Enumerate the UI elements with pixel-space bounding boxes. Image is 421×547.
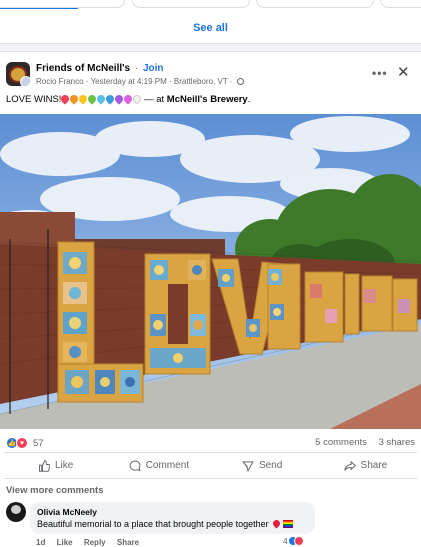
love-reaction-icon: ♥ — [16, 437, 28, 449]
carousel-card[interactable] — [132, 0, 250, 8]
carousel-card[interactable] — [256, 0, 374, 8]
comment-share-link[interactable]: Share — [117, 538, 139, 547]
group-avatar[interactable] — [6, 62, 30, 86]
thumbs-up-icon — [38, 459, 50, 472]
like-label: Like — [54, 460, 74, 471]
separator: · — [85, 77, 89, 86]
love-wins-crochet-fence-photo — [0, 114, 421, 429]
comment-reply-link[interactable]: Reply — [84, 538, 106, 547]
comment-text: Beautiful memorial to a place that broug… — [37, 518, 293, 529]
see-all-link[interactable]: See all — [0, 22, 421, 34]
timestamp-link[interactable]: Yesterday at 4:19 PM — [91, 77, 167, 86]
reaction-summary[interactable]: 👍 ♥ 57 — [6, 436, 44, 450]
comment-bubble-icon — [129, 460, 141, 471]
separator: · — [134, 63, 139, 74]
rainbow-flag-emoji — [282, 520, 293, 528]
separator: · — [229, 77, 233, 86]
commenter-name-link[interactable]: Olivia McNeely — [37, 507, 97, 517]
post-text-suffix: . — [247, 94, 251, 105]
previous-feed-item: See all — [0, 0, 421, 44]
post-text-middle: — at — [141, 94, 167, 105]
post-header-title: Friends of McNeill's · Join — [36, 63, 164, 74]
comment-actions: 1d Like Reply Share — [36, 538, 148, 547]
post-action-bar: Like Comment Send Share — [4, 452, 417, 479]
more-options-button[interactable]: ••• — [372, 66, 388, 80]
love-reaction-icon — [293, 536, 304, 546]
post-card: Friends of McNeill's · Join Rocio Franco… — [0, 51, 421, 547]
comments-count-link[interactable]: 5 comments — [315, 437, 367, 448]
red-heart-emoji — [271, 518, 282, 529]
author-name-link[interactable]: Rocio Franco — [36, 77, 84, 86]
send-button[interactable]: Send — [211, 453, 314, 478]
shares-count-link[interactable]: 3 shares — [379, 437, 415, 448]
commenter-avatar[interactable] — [6, 502, 26, 522]
group-name-link[interactable]: Friends of McNeill's — [36, 63, 130, 74]
post-photo[interactable] — [0, 114, 421, 429]
comment-label: Comment — [145, 460, 190, 471]
send-label: Send — [258, 460, 283, 471]
share-button[interactable]: Share — [314, 453, 417, 478]
comment-age[interactable]: 1d — [36, 538, 45, 547]
reaction-count: 57 — [33, 437, 44, 449]
comment-reaction-summary[interactable]: 4 — [283, 536, 304, 546]
comment-body: Beautiful memorial to a place that broug… — [37, 519, 269, 529]
place-link[interactable]: McNeill's Brewery — [167, 94, 248, 105]
heart-emoji-row — [59, 93, 144, 105]
share-arrow-icon — [343, 460, 356, 471]
post-text: LOVE WINS! — at McNeill's Brewery. — [6, 93, 251, 105]
carousel-card[interactable] — [380, 0, 421, 8]
location-link[interactable]: Brattleboro, VT — [174, 77, 228, 86]
globe-icon — [236, 78, 244, 85]
post-meta: Rocio Franco · Yesterday at 4:19 PM · Br… — [36, 77, 244, 86]
separator: · — [169, 77, 172, 86]
send-icon — [242, 460, 254, 472]
post-text-prefix: LOVE WINS! — [6, 94, 62, 105]
view-more-comments-link[interactable]: View more comments — [6, 485, 104, 496]
carousel-tabs — [0, 0, 421, 10]
join-group-link[interactable]: Join — [143, 63, 164, 74]
comment-like-link[interactable]: Like — [57, 538, 73, 547]
carousel-card[interactable] — [0, 0, 125, 8]
comment-button[interactable]: Comment — [107, 453, 210, 478]
author-avatar[interactable] — [20, 76, 30, 86]
like-button[interactable]: Like — [4, 453, 107, 478]
share-label: Share — [360, 460, 388, 471]
close-icon: ✕ — [397, 64, 410, 81]
more-dots-icon: ••• — [372, 66, 388, 80]
comment-bubble: Olivia McNeely Beautiful memorial to a p… — [30, 502, 315, 534]
hide-post-button[interactable]: ✕ — [397, 63, 410, 81]
post-stats: 5 comments 3 shares — [306, 437, 415, 448]
